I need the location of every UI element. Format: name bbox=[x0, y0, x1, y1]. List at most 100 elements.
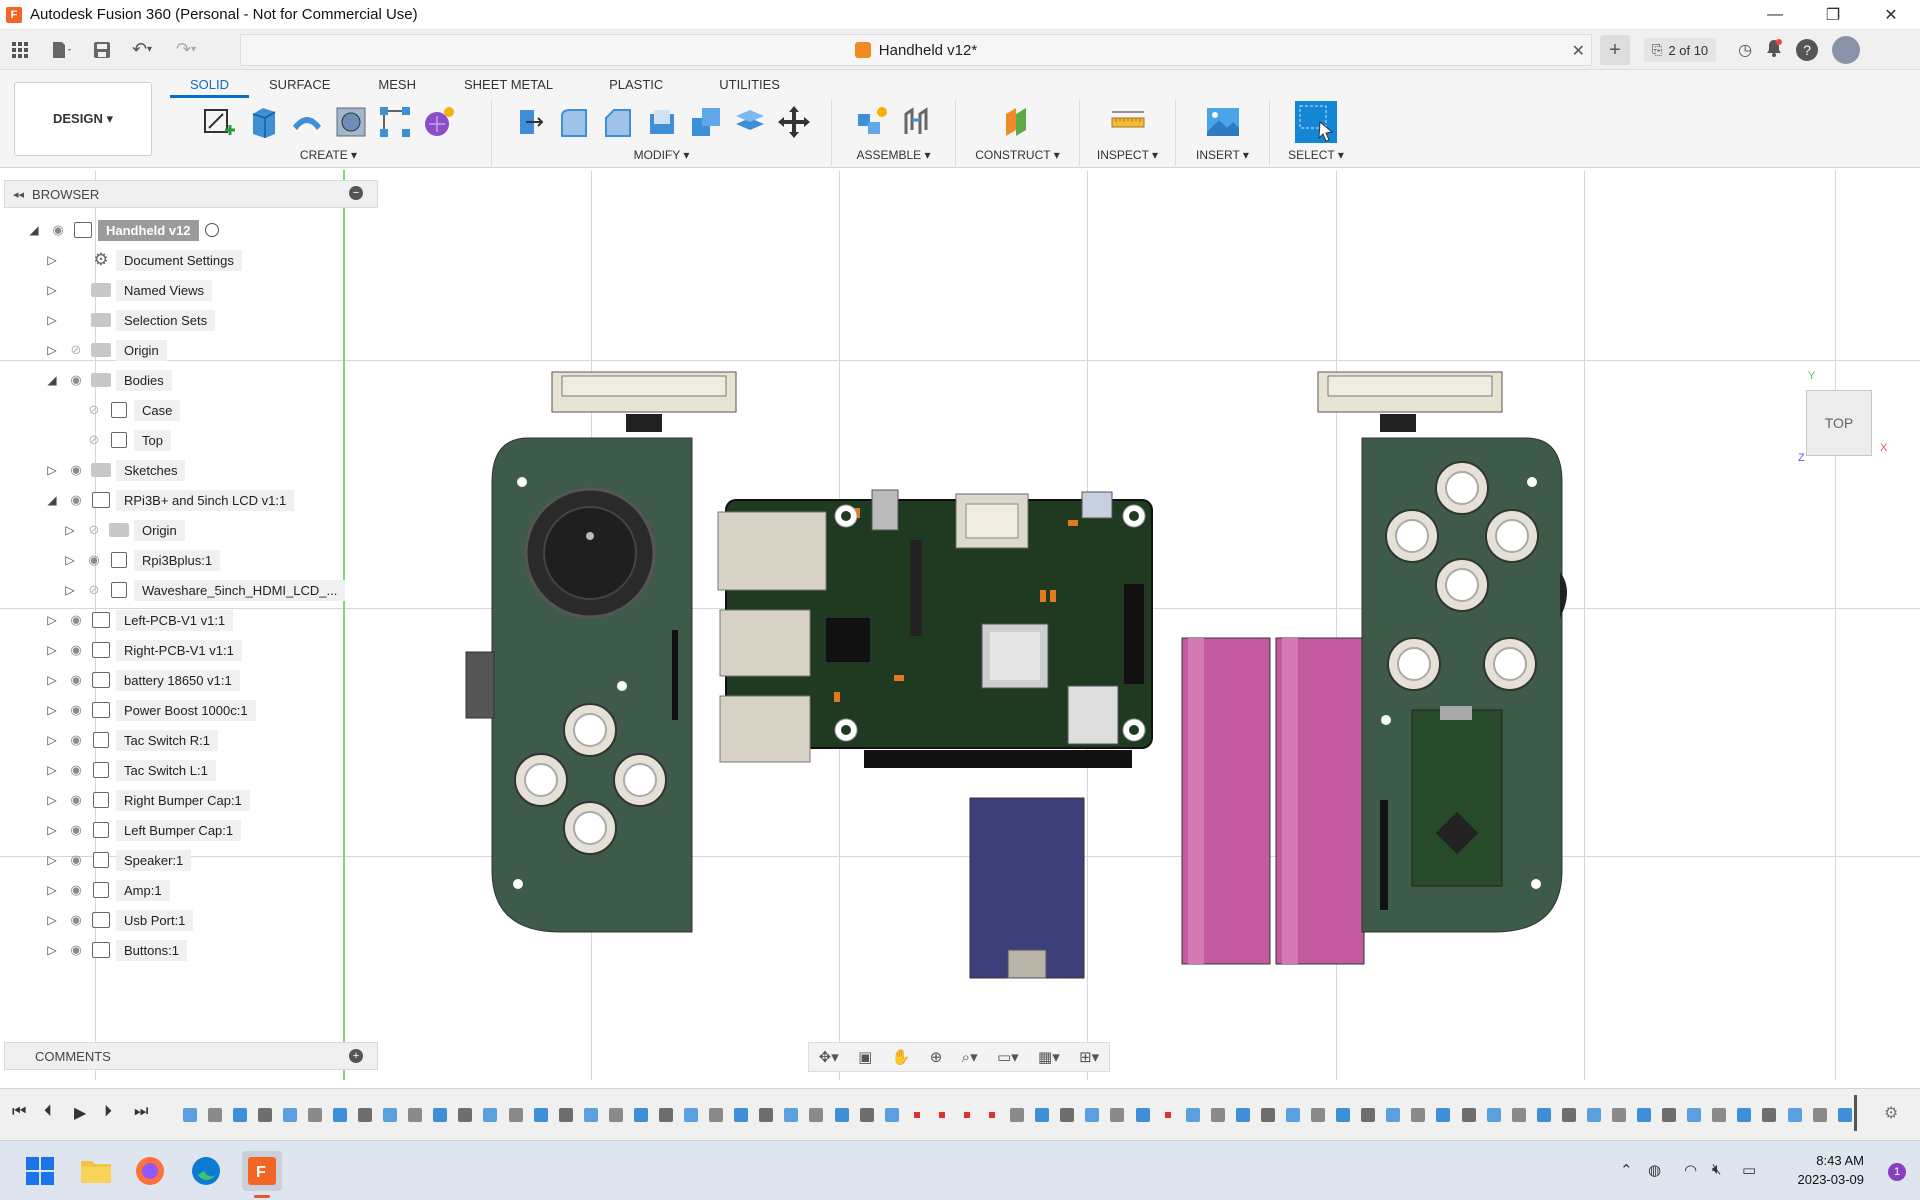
data-panel-grid-icon[interactable] bbox=[0, 32, 40, 68]
expand-triangle-icon[interactable]: ▷ bbox=[44, 792, 60, 808]
activate-radio-icon[interactable] bbox=[204, 223, 219, 237]
restore-button[interactable]: ❐ bbox=[1804, 0, 1862, 30]
expand-triangle-icon[interactable]: ▷ bbox=[44, 732, 60, 748]
visibility-eye-icon[interactable]: ◉ bbox=[66, 732, 86, 747]
timeline-feature-icon[interactable] bbox=[1359, 1105, 1378, 1125]
construct-menu[interactable]: CONSTRUCT ▾ bbox=[975, 148, 1059, 162]
collapse-panel-icon[interactable]: ◂◂ bbox=[13, 188, 24, 201]
timeline-feature-icon[interactable] bbox=[782, 1105, 801, 1125]
timeline-feature-icon[interactable] bbox=[957, 1105, 976, 1125]
new-component-icon[interactable] bbox=[850, 100, 894, 144]
zoom-icon[interactable]: ⊕ bbox=[930, 1048, 943, 1066]
timeline-play-icon[interactable]: ▶ bbox=[74, 1103, 86, 1123]
timeline-feature-icon[interactable] bbox=[1384, 1105, 1403, 1125]
tree-node[interactable]: ▷ ◉ Buttons:1 bbox=[44, 936, 187, 964]
hidden-eye-icon[interactable]: ⊘ bbox=[84, 432, 104, 447]
expand-triangle-icon[interactable]: ▷ bbox=[62, 522, 78, 538]
user-avatar[interactable] bbox=[1832, 36, 1861, 64]
document-tab[interactable]: Handheld v12* ✕ bbox=[240, 34, 1592, 66]
expand-triangle-icon[interactable]: ▷ bbox=[44, 282, 60, 298]
visibility-eye-icon[interactable]: ◉ bbox=[66, 942, 86, 957]
visibility-eye-icon[interactable]: ◉ bbox=[66, 462, 86, 477]
timeline-feature-icon[interactable] bbox=[356, 1105, 375, 1125]
timeline-feature-icon[interactable] bbox=[1559, 1105, 1578, 1125]
timeline-feature-icon[interactable] bbox=[656, 1105, 675, 1125]
look-at-icon[interactable]: ▣ bbox=[858, 1048, 872, 1066]
timeline-feature-icon[interactable] bbox=[1735, 1105, 1754, 1125]
timeline-feature-icon[interactable] bbox=[1835, 1105, 1854, 1125]
tab-sheet-metal[interactable]: SHEET METAL bbox=[444, 74, 573, 98]
tree-node[interactable]: ▷ ◉ Usb Port:1 bbox=[44, 906, 194, 934]
tree-node[interactable]: ◢ ◉ RPi3B+ and 5inch LCD v1:1 bbox=[44, 486, 295, 514]
expand-triangle-icon[interactable]: ▷ bbox=[44, 762, 60, 778]
wifi-icon[interactable]: ◠ bbox=[1684, 1161, 1697, 1179]
collapse-triangle-icon[interactable]: ◢ bbox=[44, 492, 60, 508]
timeline-feature-icon[interactable] bbox=[1008, 1105, 1027, 1125]
shell-icon[interactable] bbox=[640, 100, 684, 144]
tree-node[interactable]: ◢ ◉ Bodies bbox=[44, 366, 172, 394]
measure-icon[interactable] bbox=[1106, 100, 1150, 144]
timeline-feature-icon[interactable] bbox=[230, 1105, 249, 1125]
timeline-feature-icon[interactable] bbox=[1158, 1105, 1177, 1125]
power-boost-board[interactable] bbox=[969, 797, 1085, 979]
close-window-button[interactable]: ✕ bbox=[1862, 0, 1920, 30]
timeline-feature-icon[interactable] bbox=[531, 1105, 550, 1125]
windows-start-icon[interactable] bbox=[20, 1151, 60, 1191]
timeline-first-icon[interactable]: ⏮ bbox=[12, 1103, 26, 1121]
timeline-feature-icon[interactable] bbox=[1534, 1105, 1553, 1125]
tree-node[interactable]: ▷ ◉ Power Boost 1000c:1 bbox=[44, 696, 256, 724]
timeline-feature-icon[interactable] bbox=[1785, 1105, 1804, 1125]
pan-hand-icon[interactable]: ✋ bbox=[892, 1048, 911, 1066]
right-bumper-cap[interactable] bbox=[1317, 371, 1503, 432]
timeline-feature-icon[interactable] bbox=[1058, 1105, 1077, 1125]
tab-surface[interactable]: SURFACE bbox=[249, 74, 350, 98]
tree-node[interactable]: ▷ ◉ battery 18650 v1:1 bbox=[44, 666, 240, 694]
create-sketch-icon[interactable] bbox=[197, 100, 241, 144]
file-menu-icon[interactable] bbox=[40, 32, 84, 68]
modify-menu[interactable]: MODIFY ▾ bbox=[634, 148, 690, 162]
visibility-eye-icon[interactable]: ◉ bbox=[66, 882, 86, 897]
timeline-feature-icon[interactable] bbox=[180, 1105, 199, 1125]
tree-node[interactable]: ▷ ⊘ Origin bbox=[62, 516, 185, 544]
minimize-button[interactable]: — bbox=[1746, 0, 1804, 30]
workspace-switcher[interactable]: DESIGN ▾ bbox=[14, 82, 152, 156]
insert-menu[interactable]: INSERT ▾ bbox=[1196, 148, 1249, 162]
fit-window-icon[interactable]: ⌕▾ bbox=[962, 1048, 978, 1066]
collapse-triangle-icon[interactable]: ◢ bbox=[44, 372, 60, 388]
press-pull-icon[interactable] bbox=[508, 100, 552, 144]
timeline-feature-icon[interactable] bbox=[280, 1105, 299, 1125]
display-settings-icon[interactable]: ▭▾ bbox=[997, 1048, 1019, 1066]
visibility-eye-icon[interactable]: ◉ bbox=[66, 792, 86, 807]
expand-triangle-icon[interactable]: ▷ bbox=[44, 462, 60, 478]
timeline-feature-icon[interactable] bbox=[1409, 1105, 1428, 1125]
expand-triangle-icon[interactable]: ▷ bbox=[44, 342, 60, 358]
tab-plastic[interactable]: PLASTIC bbox=[573, 74, 699, 98]
timeline-feature-icon[interactable] bbox=[1509, 1105, 1528, 1125]
split-body-icon[interactable] bbox=[728, 100, 772, 144]
timeline-feature-icon[interactable] bbox=[431, 1105, 450, 1125]
timeline-feature-icon[interactable] bbox=[1635, 1105, 1654, 1125]
visibility-eye-icon[interactable]: ◉ bbox=[66, 822, 86, 837]
right-case-body[interactable] bbox=[1361, 437, 1567, 933]
visibility-eye-icon[interactable]: ◉ bbox=[66, 492, 86, 507]
revolve-icon[interactable] bbox=[285, 100, 329, 144]
collapse-triangle-icon[interactable]: ◢ bbox=[26, 222, 42, 238]
tree-node[interactable]: ▷ ◉ Amp:1 bbox=[44, 876, 170, 904]
combine-icon[interactable] bbox=[684, 100, 728, 144]
insert-image-icon[interactable] bbox=[1201, 100, 1245, 144]
visibility-eye-icon[interactable]: ◉ bbox=[66, 762, 86, 777]
tree-node[interactable]: ▷ Named Views bbox=[44, 276, 212, 304]
timeline-feature-icon[interactable] bbox=[1183, 1105, 1202, 1125]
expand-triangle-icon[interactable]: ▷ bbox=[44, 612, 60, 628]
steam-tray-icon[interactable]: ◍ bbox=[1648, 1161, 1661, 1179]
volume-muted-icon[interactable]: 🔇︎ bbox=[1712, 1161, 1721, 1178]
visibility-eye-icon[interactable]: ◉ bbox=[66, 702, 86, 717]
tree-node[interactable]: ▷ ◉ Tac Switch L:1 bbox=[44, 756, 216, 784]
tree-node[interactable]: ▷ ◉ Right-PCB-V1 v1:1 bbox=[44, 636, 242, 664]
viewports-icon[interactable]: ⊞▾ bbox=[1079, 1048, 1099, 1066]
offset-plane-icon[interactable] bbox=[996, 100, 1040, 144]
tab-solid[interactable]: SOLID bbox=[170, 74, 250, 98]
joint-icon[interactable] bbox=[894, 100, 938, 144]
left-case-body[interactable] bbox=[465, 437, 693, 933]
close-tab-icon[interactable]: ✕ bbox=[1572, 41, 1585, 61]
